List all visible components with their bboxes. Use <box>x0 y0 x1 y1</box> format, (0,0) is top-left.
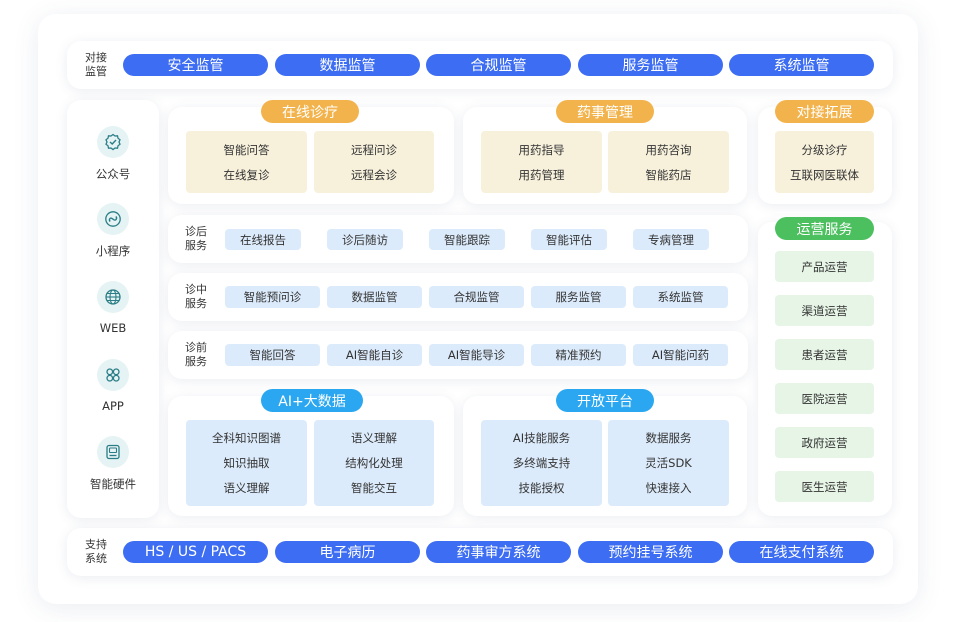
row-item[interactable]: 服务监管 <box>531 286 626 308</box>
app-clover-icon <box>97 359 129 391</box>
service-item[interactable]: 远程会诊 <box>351 167 397 183</box>
service-item[interactable]: 在线复诊 <box>224 167 270 183</box>
operations-item[interactable]: 医院运营 <box>775 383 874 414</box>
ai-bigdata-left-box: 全科知识图谱 知识抽取 语义理解 <box>186 420 307 506</box>
online-diagnosis-title: 在线诊疗 <box>261 100 359 123</box>
row-item[interactable]: 在线报告 <box>225 229 301 250</box>
ai-bigdata-right-box: 语义理解 结构化处理 智能交互 <box>314 420 434 506</box>
device-icon <box>97 436 129 468</box>
row-item[interactable]: 专病管理 <box>633 229 709 250</box>
service-item[interactable]: 结构化处理 <box>345 455 403 471</box>
operations-title: 运营服务 <box>775 217 874 240</box>
service-item[interactable]: 灵活SDK <box>645 455 692 471</box>
globe-icon <box>97 281 129 313</box>
channel-label: 公众号 <box>95 167 131 181</box>
top-pill-security[interactable]: 安全监管 <box>123 54 268 76</box>
service-item[interactable]: 远程问诊 <box>351 142 397 158</box>
service-item[interactable]: 技能授权 <box>519 480 565 496</box>
integration-box: 分级诊疗 互联网医联体 <box>775 131 874 193</box>
row-item[interactable]: AI智能自诊 <box>327 344 422 366</box>
service-item[interactable]: 语义理解 <box>224 480 270 496</box>
pharmacy-left-box: 用药指导 用药管理 <box>481 131 602 193</box>
row-item[interactable]: 合规监管 <box>429 286 524 308</box>
service-item[interactable]: 知识抽取 <box>224 455 270 471</box>
row-item[interactable]: AI智能问药 <box>633 344 728 366</box>
row-item[interactable]: AI智能导诊 <box>429 344 524 366</box>
service-item[interactable]: 快速接入 <box>646 480 692 496</box>
row-label: 诊后 服务 <box>185 225 207 252</box>
bottom-bar-label: 支持 系统 <box>85 538 107 565</box>
service-item[interactable]: 用药管理 <box>519 167 565 183</box>
operations-item[interactable]: 产品运营 <box>775 251 874 282</box>
service-item[interactable]: 互联网医联体 <box>790 167 859 183</box>
row-item[interactable]: 智能预问诊 <box>225 286 320 308</box>
top-pill-service[interactable]: 服务监管 <box>578 54 723 76</box>
operations-item[interactable]: 渠道运营 <box>775 295 874 326</box>
row-item[interactable]: 智能跟踪 <box>429 229 505 250</box>
service-item[interactable]: 智能交互 <box>351 480 397 496</box>
service-item[interactable]: 数据服务 <box>646 430 692 446</box>
gear-check-icon <box>97 126 129 158</box>
operations-item[interactable]: 政府运营 <box>775 427 874 458</box>
online-diagnosis-right-box: 远程问诊 远程会诊 <box>314 131 434 193</box>
service-item[interactable]: 多终端支持 <box>513 455 571 471</box>
operations-item[interactable]: 患者运营 <box>775 339 874 370</box>
ai-bigdata-title: AI+大数据 <box>261 389 363 412</box>
bottom-pill-payment[interactable]: 在线支付系统 <box>729 541 874 563</box>
channel-hardware[interactable]: 智能硬件 <box>82 436 144 492</box>
channel-miniprogram[interactable]: 小程序 <box>82 203 144 259</box>
row-item[interactable]: 智能回答 <box>225 344 320 366</box>
operations-item[interactable]: 医生运营 <box>775 471 874 502</box>
row-item[interactable]: 数据监管 <box>327 286 422 308</box>
open-platform-title: 开放平台 <box>556 389 654 412</box>
top-pill-compliance[interactable]: 合规监管 <box>426 54 571 76</box>
bottom-pill-prescription[interactable]: 药事审方系统 <box>426 541 571 563</box>
bottom-pill-appointment[interactable]: 预约挂号系统 <box>578 541 723 563</box>
row-item[interactable]: 系统监管 <box>633 286 728 308</box>
service-item[interactable]: 智能药店 <box>646 167 692 183</box>
row-label: 诊前 服务 <box>185 341 207 368</box>
channel-label: 小程序 <box>95 244 131 258</box>
bottom-pill-emr[interactable]: 电子病历 <box>275 541 420 563</box>
open-platform-right-box: 数据服务 灵活SDK 快速接入 <box>608 420 729 506</box>
service-item[interactable]: 语义理解 <box>351 430 397 446</box>
top-bar-label: 对接 监管 <box>85 51 107 78</box>
row-item[interactable]: 精准预约 <box>531 344 626 366</box>
integration-title: 对接拓展 <box>775 100 874 123</box>
row-label: 诊中 服务 <box>185 283 207 310</box>
channel-label: APP <box>102 399 124 413</box>
service-item[interactable]: 智能问答 <box>224 142 270 158</box>
bottom-pill-his[interactable]: HS / US / PACS <box>123 541 268 563</box>
online-diagnosis-left-box: 智能问答 在线复诊 <box>186 131 307 193</box>
channel-label: 智能硬件 <box>90 477 136 491</box>
channel-web[interactable]: WEB <box>82 281 144 335</box>
service-item[interactable]: 全科知识图谱 <box>212 430 281 446</box>
channel-wechat[interactable]: 公众号 <box>82 126 144 182</box>
service-item[interactable]: 分级诊疗 <box>802 142 848 158</box>
pharmacy-title: 药事管理 <box>556 100 654 123</box>
service-item[interactable]: 用药指导 <box>519 142 565 158</box>
row-item[interactable]: 诊后随访 <box>327 229 403 250</box>
mini-program-icon <box>97 203 129 235</box>
open-platform-left-box: AI技能服务 多终端支持 技能授权 <box>481 420 602 506</box>
channel-app[interactable]: APP <box>82 359 144 413</box>
service-item[interactable]: AI技能服务 <box>513 430 570 446</box>
channel-label: WEB <box>99 321 127 335</box>
service-item[interactable]: 用药咨询 <box>646 142 692 158</box>
row-item[interactable]: 智能评估 <box>531 229 607 250</box>
top-pill-system[interactable]: 系统监管 <box>729 54 874 76</box>
top-pill-data[interactable]: 数据监管 <box>275 54 420 76</box>
pharmacy-right-box: 用药咨询 智能药店 <box>608 131 729 193</box>
